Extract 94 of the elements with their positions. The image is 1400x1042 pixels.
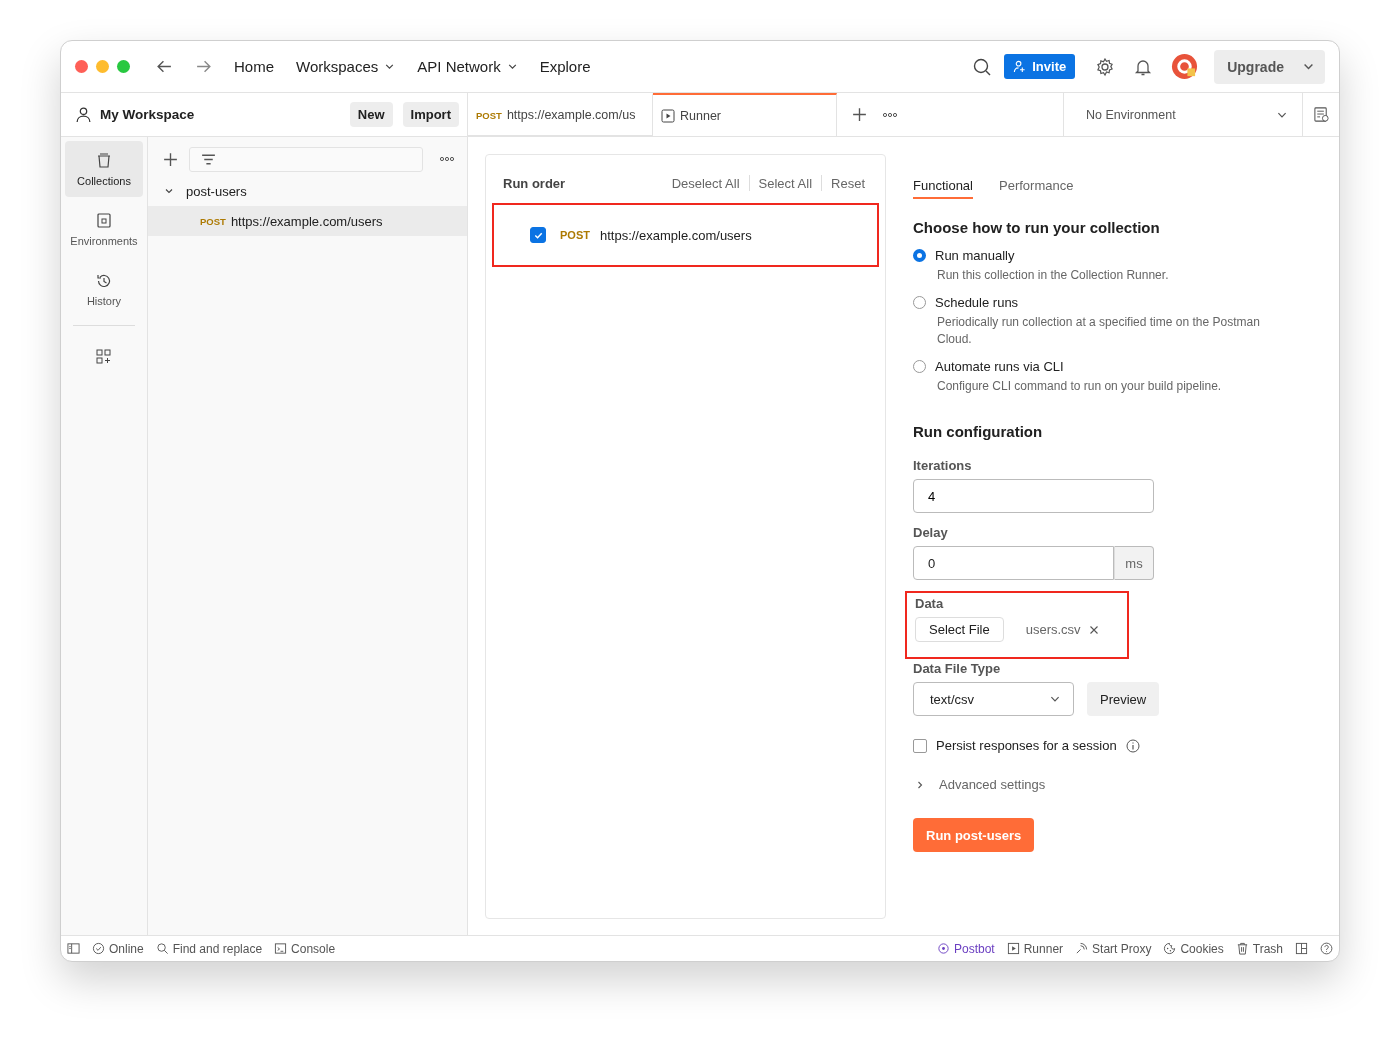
- add-icon[interactable]: [162, 150, 179, 168]
- more-icon[interactable]: [882, 111, 898, 118]
- request-url: https://example.com/users: [599, 227, 752, 243]
- status-bar-item[interactable]: Start Proxy: [1075, 941, 1152, 956]
- nav-link[interactable]: Explore: [539, 58, 591, 75]
- add-tab-icon[interactable]: [851, 106, 868, 123]
- nav-link[interactable]: Home: [234, 58, 274, 75]
- add-user-icon: [1013, 60, 1027, 73]
- environment-dropdown[interactable]: No Environment: [1064, 93, 1302, 136]
- chevron-icon: [164, 186, 174, 196]
- collection-item[interactable]: post-users: [148, 176, 247, 206]
- option-label: Schedule runs: [935, 295, 1019, 310]
- sidebar-item[interactable]: Collections: [65, 141, 143, 197]
- apps-icon[interactable]: [95, 348, 113, 366]
- run-order-title: Run order: [503, 175, 566, 191]
- close-icon[interactable]: [1088, 624, 1099, 635]
- back-icon[interactable]: [156, 58, 173, 75]
- method-label: POST: [200, 215, 226, 227]
- play-icon: [1006, 942, 1020, 955]
- upgrade-button[interactable]: Upgrade: [1214, 49, 1325, 84]
- option-label: Run manually: [935, 248, 1015, 263]
- preview-button[interactable]: Preview: [1087, 682, 1160, 716]
- sidebar-item[interactable]: History: [65, 261, 143, 317]
- run-order-action[interactable]: Deselect All: [671, 175, 740, 191]
- info-icon[interactable]: [1125, 738, 1140, 753]
- advanced-settings-toggle[interactable]: Advanced settings: [913, 777, 1046, 792]
- status-bar-item[interactable]: Trash: [1235, 941, 1283, 956]
- environment-quick-look-icon[interactable]: [1312, 106, 1330, 123]
- field-label: Delay: [913, 525, 949, 540]
- collections-icon: [95, 151, 113, 170]
- console-icon: [274, 942, 288, 955]
- search-icon[interactable]: [972, 56, 993, 77]
- status-bar-item[interactable]: Find and replace: [155, 941, 263, 956]
- checkbox-label: Persist responses for a session: [936, 738, 1117, 753]
- more-icon[interactable]: [439, 156, 455, 162]
- nav-link[interactable]: API Network: [417, 58, 518, 75]
- file-name: users.csv: [1025, 622, 1081, 637]
- option-description: Configure CLI command to run on your build pipeline.: [937, 378, 1223, 395]
- user-icon: [75, 106, 92, 123]
- collection-name: post-users: [186, 183, 247, 199]
- status-bar-item[interactable]: Online: [92, 941, 144, 956]
- option-description: Run this collection in the Collection Runner.: [937, 267, 1170, 284]
- avatar-icon[interactable]: [1171, 53, 1199, 80]
- request-url: https://example.com/users: [230, 213, 383, 229]
- option-description: Periodically run collection at a specified time on the Postman Cloud.: [937, 314, 1261, 348]
- search-icon: [155, 942, 169, 955]
- select-file-button[interactable]: Select File: [915, 617, 1004, 642]
- tab[interactable]: Functional: [913, 171, 973, 199]
- sidebar-item-label: Environments: [70, 234, 138, 247]
- delay-field[interactable]: 0: [913, 546, 1114, 580]
- status-bar-item[interactable]: Runner: [1006, 941, 1064, 956]
- workspace-name: My Workspace: [100, 107, 195, 122]
- forward-icon[interactable]: [195, 58, 212, 75]
- field-label: Data File Type: [913, 661, 1002, 676]
- field-label: Iterations: [913, 458, 973, 473]
- nav-link[interactable]: Workspaces: [296, 58, 396, 75]
- status-bar-item[interactable]: Console: [274, 941, 336, 956]
- play-icon: [661, 108, 675, 123]
- radio-button[interactable]: [913, 249, 926, 262]
- checkbox[interactable]: [913, 738, 927, 753]
- request-item[interactable]: POST https://example.com/users: [148, 206, 467, 236]
- check-circle-icon: [92, 942, 105, 955]
- file-type-dropdown[interactable]: text/csv: [913, 682, 1074, 716]
- sidebar-toggle-icon[interactable]: [67, 942, 80, 955]
- status-bar-item[interactable]: Postbot: [937, 941, 995, 956]
- field-label: Data: [915, 596, 945, 611]
- trash-icon: [1235, 942, 1249, 955]
- environments-icon: [95, 211, 113, 230]
- layout-icon[interactable]: [1295, 942, 1308, 955]
- section-heading: Choose how to run your collection: [913, 219, 1161, 236]
- invite-button[interactable]: Invite: [1004, 54, 1076, 79]
- workspace-button[interactable]: New: [349, 102, 393, 127]
- signal-icon: [1075, 942, 1089, 955]
- unit-label: ms: [1114, 546, 1154, 580]
- sidebar-item-label: Collections: [77, 174, 131, 187]
- sidebar-item[interactable]: Environments: [65, 201, 143, 257]
- chevron-right-icon: [915, 779, 925, 790]
- section-heading: Run configuration: [913, 423, 1044, 440]
- option-label: Automate runs via CLI: [935, 359, 1064, 374]
- tab[interactable]: Performance: [999, 171, 1074, 199]
- help-icon[interactable]: [1320, 942, 1333, 955]
- settings-icon[interactable]: [1095, 56, 1116, 77]
- run-order-action[interactable]: Select All: [758, 175, 813, 191]
- tab[interactable]: Runner: [653, 93, 837, 136]
- iterations-field[interactable]: 4: [913, 479, 1154, 513]
- status-bar-item[interactable]: Cookies: [1163, 941, 1224, 956]
- cookie-icon: [1163, 942, 1177, 955]
- tab[interactable]: POST https://example.com/us: [468, 93, 653, 136]
- checkbox[interactable]: [530, 227, 546, 243]
- workspace-button[interactable]: Import: [402, 102, 459, 127]
- run-order-action[interactable]: Reset: [831, 175, 865, 191]
- search-field[interactable]: [189, 146, 423, 172]
- method-label: POST: [560, 229, 590, 241]
- sidebar-item-label: History: [86, 294, 122, 307]
